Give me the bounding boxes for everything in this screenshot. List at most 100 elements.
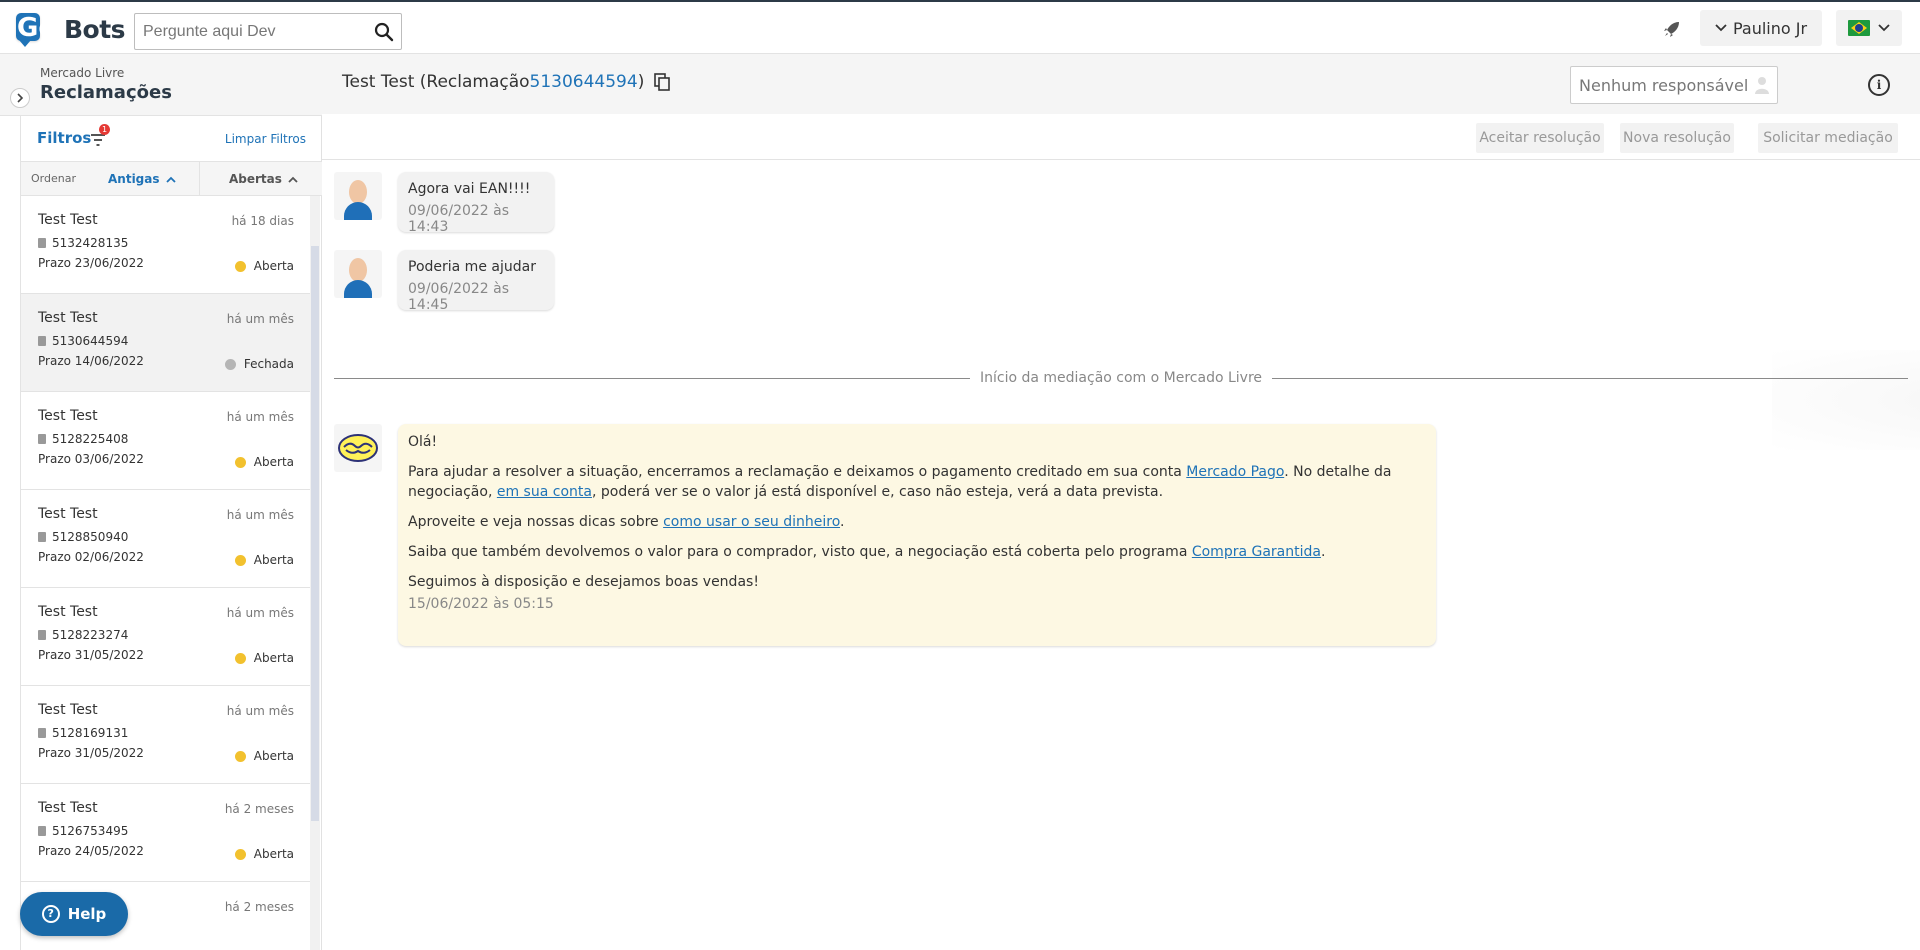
ml-text: Para ajudar a resolver a situação, encer… <box>408 464 1187 480</box>
buyer-avatar <box>334 250 382 298</box>
status-text: Aberta <box>253 553 294 567</box>
ml-text: . <box>1320 544 1326 560</box>
sort-dropdown[interactable]: Antigas <box>108 172 176 186</box>
request-mediation-button[interactable]: Solicitar mediação <box>1758 123 1898 153</box>
rocket-icon[interactable] <box>1658 15 1686 43</box>
title-suffix: ) <box>637 72 645 92</box>
ml-text: Aproveite e veja nossas dicas sobre <box>408 514 664 530</box>
status-badge: Aberta <box>234 749 294 763</box>
claim-number: 5126753495 <box>38 824 128 838</box>
claim-deadline: Prazo 31/05/2022 <box>38 648 144 662</box>
info-icon[interactable]: i <box>1868 74 1890 96</box>
page-title: Reclamações <box>40 82 172 103</box>
document-icon <box>38 336 46 346</box>
filters-bar: Filtros 1 Limpar Filtros <box>20 116 322 162</box>
claim-age: há um mês <box>226 312 294 326</box>
expand-sidebar-button[interactable] <box>10 88 30 108</box>
mercado-pago-link[interactable]: Mercado Pago <box>1186 464 1284 480</box>
document-icon <box>38 238 46 248</box>
ml-text: Saiba que também devolvemos o valor para… <box>408 544 1192 560</box>
claim-number: 5128225408 <box>38 432 128 446</box>
status-badge: Fechada <box>224 357 294 371</box>
user-name: Paulino Jr <box>1732 18 1808 38</box>
status-text: Fechada <box>243 357 294 371</box>
scrollbar-thumb[interactable] <box>311 246 319 821</box>
responsible-select[interactable]: Nenhum responsável <box>1570 66 1778 104</box>
search-icon[interactable] <box>367 15 401 49</box>
claim-number: 5130644594 <box>38 334 128 348</box>
status-dot-icon <box>234 456 246 468</box>
claim-list-item[interactable]: Test Test há 2 meses 5126753495 Prazo 24/05… <box>21 784 310 882</box>
help-button[interactable]: ? Help <box>20 892 128 936</box>
chevron-down-icon <box>1715 24 1727 32</box>
ml-paragraph: Aproveite e veja nossas dicas sobre como… <box>408 512 1426 532</box>
message-time: 15/06/2022 às 05:15 <box>408 596 554 612</box>
claim-number-text: 5132428135 <box>52 236 129 250</box>
sidebar-header: Mercado Livre Reclamações <box>0 54 322 116</box>
language-button[interactable] <box>1836 10 1902 46</box>
buyer-avatar <box>334 172 382 220</box>
status-filter-dropdown[interactable]: Abertas <box>229 172 298 186</box>
money-tips-link[interactable]: como usar o seu dinheiro <box>663 514 840 530</box>
search-input[interactable] <box>135 14 367 49</box>
marketplace-label: Mercado Livre <box>40 66 125 80</box>
claim-number-text: 5128850940 <box>52 530 129 544</box>
scrollbar[interactable] <box>310 196 320 950</box>
claim-list-item[interactable]: Test Test há um mês 5128225408 Prazo 03/06/… <box>21 392 310 490</box>
status-badge: Aberta <box>234 455 294 469</box>
responsible-placeholder: Nenhum responsável <box>1579 75 1749 95</box>
new-resolution-button[interactable]: Nova resolução <box>1620 123 1734 153</box>
status-dot-icon <box>234 750 246 762</box>
user-menu-button[interactable]: Paulino Jr <box>1700 10 1822 46</box>
document-icon <box>38 532 46 542</box>
accept-resolution-button[interactable]: Aceitar resolução <box>1476 123 1604 153</box>
claim-title: Test Test <box>38 212 98 228</box>
claim-list-item[interactable]: Test Test há um mês 5130644594 Prazo 14/06/… <box>21 294 310 392</box>
filters-label[interactable]: Filtros <box>37 129 91 147</box>
message-text: Agora vai EAN!!!! <box>408 181 531 197</box>
claim-deadline: Prazo 31/05/2022 <box>38 746 144 760</box>
claim-number-text: 5128223274 <box>52 628 129 642</box>
title-prefix: Test Test (Reclamação <box>342 72 530 92</box>
chevron-down-icon <box>1878 24 1890 32</box>
claim-list-item[interactable]: Test Test há um mês 5128850940 Prazo 02/06/… <box>21 490 310 588</box>
claim-list-item[interactable]: Test Test há um mês 5128223274 Prazo 31/05/… <box>21 588 310 686</box>
clear-filters-link[interactable]: Limpar Filtros <box>225 132 306 146</box>
account-link[interactable]: em sua conta <box>497 484 592 500</box>
claim-deadline: Prazo 24/05/2022 <box>38 844 144 858</box>
claim-list-item[interactable]: Test Test há um mês 5128169131 Prazo 31/05/… <box>21 686 310 784</box>
status-badge: Aberta <box>234 651 294 665</box>
claim-number: 5128850940 <box>38 530 128 544</box>
claim-deadline: Prazo 03/06/2022 <box>38 452 144 466</box>
claim-title: Test Test <box>38 310 98 326</box>
claim-number-text: 5126753495 <box>52 824 129 838</box>
logo-mark: Go <box>16 13 60 47</box>
conversation-header: Test Test (Reclamação 5130644594 ) Nenhu… <box>322 54 1920 114</box>
gobots-logo[interactable]: Go Bots <box>16 10 126 48</box>
copy-icon[interactable] <box>654 73 671 91</box>
claim-list-item[interactable]: Test Test há 18 dias 5132428135 Prazo 23/06… <box>21 196 310 294</box>
status-dot-icon <box>234 260 246 272</box>
sidebar: Mercado Livre Reclamações Filtros 1 Limp… <box>0 54 322 950</box>
ml-text: . <box>840 514 845 530</box>
claim-list: Test Test há 18 dias 5132428135 Prazo 23/06… <box>20 196 310 950</box>
claim-age: há 2 meses <box>224 802 294 816</box>
actions-bar: Aceitar resolução Nova resolução Solicit… <box>322 114 1920 160</box>
filter-count-badge: 1 <box>99 124 110 135</box>
search-box <box>134 13 402 50</box>
claim-id-link[interactable]: 5130644594 <box>530 72 638 92</box>
chevron-up-icon <box>288 176 298 183</box>
status-dot-icon <box>234 652 246 664</box>
mediation-divider-text: Início da mediação com o Mercado Livre <box>969 370 1273 386</box>
user-icon <box>1755 77 1769 94</box>
document-icon <box>38 826 46 836</box>
sort-label: Ordenar <box>31 172 76 185</box>
message-text: Poderia me ajudar <box>408 259 536 275</box>
chevron-up-icon <box>165 176 176 183</box>
claim-title: Test Test <box>38 702 98 718</box>
compra-garantida-link[interactable]: Compra Garantida <box>1192 544 1321 560</box>
message-bubble: Poderia me ajudar 09/06/2022 às 14:45 <box>398 250 554 313</box>
claim-age: há um mês <box>226 704 294 718</box>
status-badge: Aberta <box>234 259 294 273</box>
claim-number: 5128223274 <box>38 628 128 642</box>
